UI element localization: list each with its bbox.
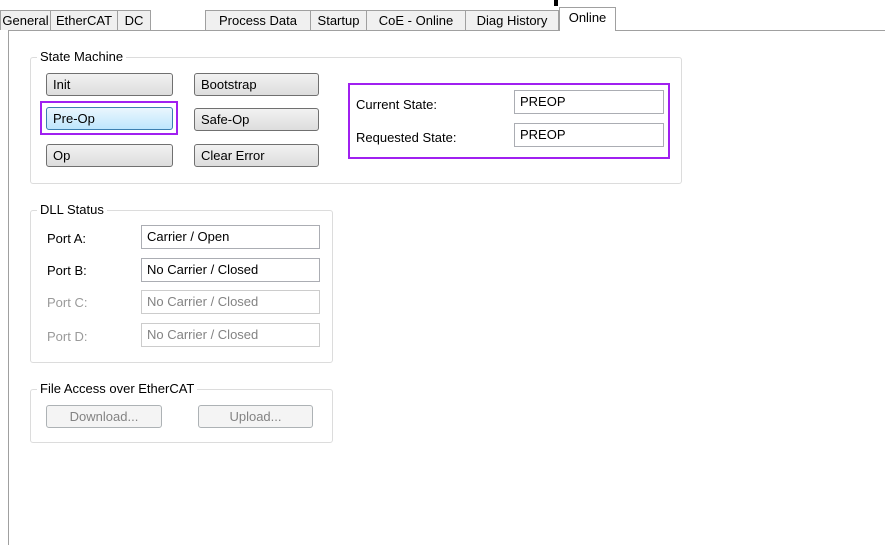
file-access-title: File Access over EtherCAT: [37, 381, 198, 397]
tab-online[interactable]: Online: [559, 7, 616, 31]
port-a-field: Carrier / Open: [141, 225, 320, 249]
tab-ethercat[interactable]: EtherCAT: [50, 10, 118, 30]
port-d-label: Port D:: [47, 329, 88, 344]
preop-highlight: [40, 101, 178, 135]
port-c-field: No Carrier / Closed: [141, 290, 320, 314]
requested-state-label: Requested State:: [356, 130, 457, 145]
tab-dc[interactable]: DC: [117, 10, 151, 30]
clear-error-button[interactable]: Clear Error: [194, 144, 319, 167]
upload-button[interactable]: Upload...: [198, 405, 313, 428]
current-state-label: Current State:: [356, 97, 437, 112]
tab-diag-history[interactable]: Diag History: [465, 10, 559, 30]
tab-coe-online[interactable]: CoE - Online: [366, 10, 466, 30]
cursor-marker: [554, 0, 558, 6]
download-button[interactable]: Download...: [46, 405, 162, 428]
tab-startup[interactable]: Startup: [310, 10, 367, 30]
state-machine-title: State Machine: [37, 49, 127, 65]
port-a-label: Port A:: [47, 231, 87, 246]
port-b-label: Port B:: [47, 263, 87, 278]
port-b-field: No Carrier / Closed: [141, 258, 320, 282]
port-c-label: Port C:: [47, 295, 88, 310]
tab-strip: General EtherCAT DC Process Data Startup…: [0, 0, 885, 31]
safeop-button[interactable]: Safe-Op: [194, 108, 319, 131]
init-button[interactable]: Init: [46, 73, 173, 96]
bootstrap-button[interactable]: Bootstrap: [194, 73, 319, 96]
tab-general[interactable]: General: [0, 10, 51, 30]
port-d-field: No Carrier / Closed: [141, 323, 320, 347]
current-state-field: PREOP: [514, 90, 664, 114]
dll-status-title: DLL Status: [37, 202, 107, 218]
op-button[interactable]: Op: [46, 144, 173, 167]
requested-state-field: PREOP: [514, 123, 664, 147]
tab-process-data[interactable]: Process Data: [205, 10, 311, 30]
